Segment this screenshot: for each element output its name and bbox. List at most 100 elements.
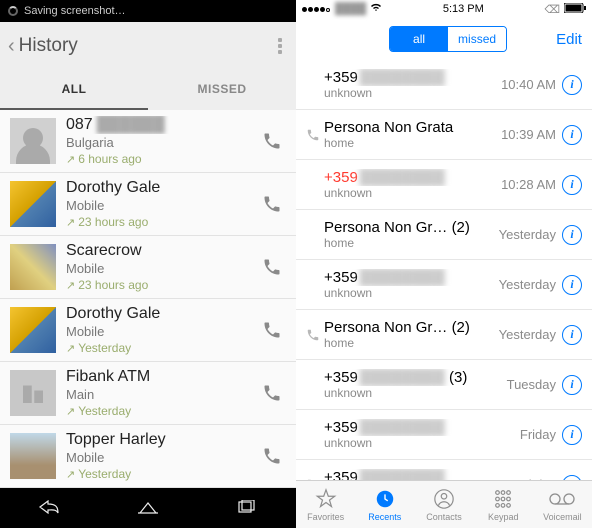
call-row[interactable]: Dorothy GaleMobile↗Yesterday [0,299,296,362]
info-button[interactable]: i [562,375,582,395]
back-icon[interactable]: ‹ [8,35,15,58]
clock: 5:13 PM [443,3,484,15]
call-button[interactable] [258,320,286,340]
call-row[interactable]: Persona Non Gr… (2)homeYesterdayi [296,310,592,360]
contact-name: Fibank ATM [66,368,258,386]
voicemail-icon [549,488,575,510]
call-button[interactable] [258,194,286,214]
call-info: +359████████unknown [324,269,499,300]
contact-name: Scarecrow [66,242,258,260]
call-row[interactable]: +359████████ (3)unknownTuesdayi [296,360,592,410]
call-info: +359████████ (3)unknown [324,369,507,400]
contact-label: Bulgaria [66,135,258,150]
call-button[interactable] [258,383,286,403]
call-meta: ↗6 hours ago [66,152,258,166]
call-row[interactable]: Dorothy GaleMobile↗23 hours ago [0,173,296,236]
call-time: Yesterday [499,227,556,242]
call-info: +359████████unknown [324,419,520,450]
tab-label: Favorites [307,512,344,522]
tab-contacts[interactable]: Contacts [414,481,473,528]
contact-name: +359████████ [324,419,520,436]
call-info: Persona Non Gratahome [324,119,501,150]
outgoing-arrow-icon: ↗ [66,468,75,481]
contact-name: Topper Harley [66,431,258,449]
outgoing-icon [302,328,324,342]
call-meta: ↗Yesterday [66,341,258,355]
tab-favorites[interactable]: Favorites [296,481,355,528]
outgoing-icon [302,128,324,142]
outgoing-arrow-icon: ↗ [66,153,75,166]
info-button[interactable]: i [562,175,582,195]
contact-label: unknown [324,386,507,400]
contact-name: Persona Non Gr… (2) [324,219,499,236]
contact-name: Dorothy Gale [66,305,258,323]
contact-label: home [324,336,499,350]
tab-keypad[interactable]: Keypad [474,481,533,528]
ios-call-list: +359████████unknown10:40 AMiPersona Non … [296,60,592,510]
contact-name: Persona Non Gr… (2) [324,319,499,336]
call-button[interactable] [258,257,286,277]
call-info: Persona Non Gr… (2)home [324,219,499,250]
avatar [10,181,56,227]
tab-missed[interactable]: MISSED [148,70,296,110]
nav-home-icon[interactable] [118,498,178,519]
info-button[interactable]: i [562,125,582,145]
overflow-menu-icon[interactable] [278,38,288,54]
contact-label: unknown [324,186,501,200]
android-status-bar: Saving screenshot… [0,0,296,22]
tab-all[interactable]: ALL [0,70,148,110]
nav-back-icon[interactable] [19,498,79,519]
spinner-icon [8,6,18,16]
bluetooth-icon: ⌫ [544,3,560,16]
contact-label: unknown [324,86,501,100]
android-phone: Saving screenshot… ‹ History ALL MISSED … [0,0,296,528]
call-row[interactable]: 087██████Bulgaria ↗6 hours ago [0,110,296,173]
status-text: Saving screenshot… [24,5,126,17]
info-button[interactable]: i [562,225,582,245]
call-row[interactable]: Topper HarleyMobile↗Yesterday [0,425,296,488]
keypad-icon [492,488,514,510]
tab-recents[interactable]: Recents [355,481,414,528]
contact-name: +359████████ (3) [324,369,507,386]
tab-label: Recents [368,512,401,522]
call-row[interactable]: ScarecrowMobile↗23 hours ago [0,236,296,299]
call-info: 087██████Bulgaria ↗6 hours ago [66,116,258,166]
ios-status-bar: ████ 5:13 PM ⌫ [296,0,592,18]
call-row[interactable]: Persona Non Gr… (2)homeYesterday i [296,210,592,260]
call-info: ScarecrowMobile↗23 hours ago [66,242,258,292]
seg-missed[interactable]: missed [448,27,506,51]
call-row[interactable]: Fibank ATMMain↗Yesterday [0,362,296,425]
battery-icon [564,3,586,16]
info-button[interactable]: i [562,75,582,95]
info-button[interactable]: i [562,325,582,345]
contact-name: 087██████ [66,116,258,134]
outgoing-arrow-icon: ↗ [66,216,75,229]
call-row[interactable]: +359████████unknownYesterdayi [296,260,592,310]
contact-label: Mobile [66,261,258,276]
edit-button[interactable]: Edit [556,31,582,48]
ios-phone: ████ 5:13 PM ⌫ all missed Edit +359█████… [296,0,592,528]
call-info: +359████████unknown [324,169,501,200]
outgoing-arrow-icon: ↗ [66,342,75,355]
seg-all[interactable]: all [390,27,448,51]
info-button[interactable]: i [562,425,582,445]
contact-name: Persona Non Grata [324,119,501,136]
call-time: 10:40 AM [501,77,556,92]
call-button[interactable] [258,131,286,151]
call-row[interactable]: Persona Non Gratahome10:39 AMi [296,110,592,160]
call-time: 10:28 AM [501,177,556,192]
wifi-icon [370,3,382,15]
outgoing-arrow-icon: ↗ [66,279,75,292]
contact-label: Mobile [66,198,258,213]
info-button[interactable]: i [562,275,582,295]
android-header: ‹ History [0,22,296,70]
call-row[interactable]: +359████████unknownFridayi [296,410,592,460]
call-row[interactable]: +359████████unknown10:28 AM i [296,160,592,210]
nav-recent-icon[interactable] [217,498,277,519]
call-info: Dorothy GaleMobile↗23 hours ago [66,179,258,229]
contact-name: +359████████ [324,169,501,186]
call-row[interactable]: +359████████unknown10:40 AMi [296,60,592,110]
call-button[interactable] [258,446,286,466]
tab-voicemail[interactable]: Voicemail [533,481,592,528]
header-left: ‹ History [8,35,78,58]
